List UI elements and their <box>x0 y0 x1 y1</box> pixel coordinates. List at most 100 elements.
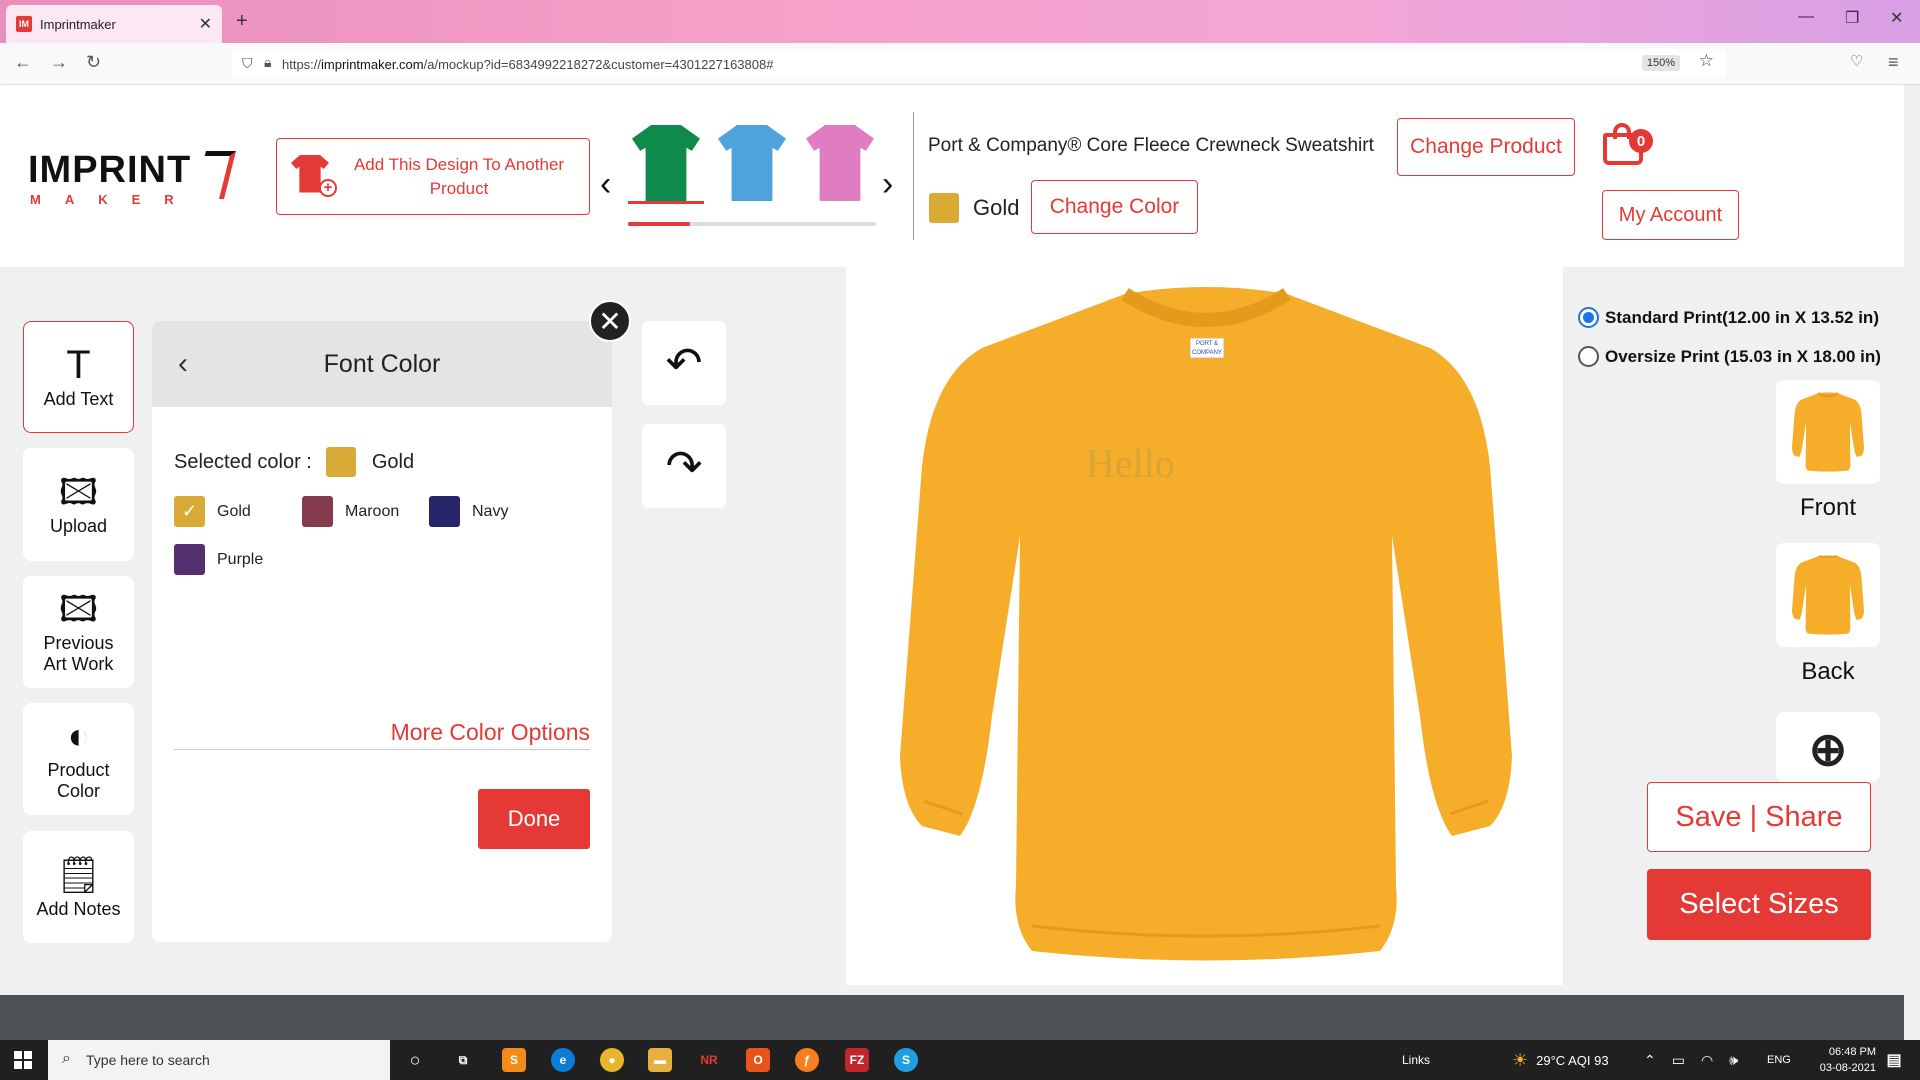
taskbar-clock[interactable]: 06:48 PM 03-08-2021 <box>1820 1044 1876 1076</box>
oversize-print-label: Oversize Print (15.03 in X 18.00 in) <box>1605 346 1881 366</box>
color-option-purple[interactable]: Purple <box>174 544 263 575</box>
imprintmaker-logo[interactable]: IMPRINT MAKER <box>28 149 236 207</box>
search-icon: ⌕ <box>62 1050 71 1067</box>
zoom-level[interactable]: 150% <box>1641 55 1680 71</box>
add-notes-label: Add Notes <box>36 898 121 919</box>
file-explorer-icon[interactable]: ▬ <box>648 1048 672 1072</box>
previous-art-label-2: Art Work <box>43 654 114 674</box>
selected-color-swatch <box>325 447 356 477</box>
office-icon[interactable]: O <box>746 1048 770 1072</box>
color-option-navy[interactable]: Navy <box>429 496 508 527</box>
system-tray-icons[interactable]: ⌃ ▭ ◠ 🕪︎ <box>1644 1040 1738 1080</box>
url-text: https://imprintmaker.com/a/mockup?id=683… <box>282 56 774 72</box>
add-text-tool[interactable]: T Add Text <box>23 321 134 433</box>
check-icon: ✓ <box>174 496 205 527</box>
lock-icon: 🔒︎ <box>264 54 272 70</box>
chrome-icon[interactable]: ● <box>600 1048 624 1072</box>
standard-print-option[interactable]: Standard Print(12.00 in X 13.52 in) <box>1578 307 1879 328</box>
add-notes-tool[interactable]: 🗒︎ Add Notes <box>23 831 134 943</box>
carousel-prev-icon[interactable]: ‹ <box>600 165 611 204</box>
skype-icon[interactable]: S <box>894 1048 918 1072</box>
cart-count-badge: 0 <box>1629 129 1653 153</box>
change-product-button[interactable]: Change Product <box>1397 118 1575 176</box>
restore-icon[interactable]: ❐ <box>1845 8 1859 28</box>
product-color-swatch <box>929 193 959 223</box>
select-sizes-button[interactable]: Select Sizes <box>1647 869 1871 940</box>
cortana-icon[interactable]: ○ <box>403 1048 427 1072</box>
minimize-icon[interactable]: — <box>1798 8 1814 26</box>
edge-icon[interactable]: e <box>551 1048 575 1072</box>
standard-print-label: Standard Print(12.00 in X 13.52 in) <box>1605 307 1879 327</box>
page-scrollbar[interactable] <box>1904 85 1920 1040</box>
previous-artwork-tool[interactable]: 🖾 Previous Art Work <box>23 576 134 688</box>
close-panel-icon[interactable]: ✕ <box>589 300 631 342</box>
sweatshirt-mockup <box>900 287 1512 961</box>
oversize-print-option[interactable]: Oversize Print (15.03 in X 18.00 in) <box>1578 346 1881 367</box>
product-color-name: Gold <box>973 195 1020 220</box>
taskbar-search[interactable]: ⌕ Type here to search <box>48 1040 390 1080</box>
windows-start-icon[interactable] <box>14 1051 32 1069</box>
carousel-product-blue-tshirt[interactable] <box>718 125 786 201</box>
browser-tab[interactable]: IM Imprintmaker ✕ <box>6 5 222 43</box>
redo-button[interactable]: ↷ <box>642 424 726 508</box>
tab-title: Imprintmaker <box>40 16 116 32</box>
firefox-icon[interactable]: ƒ <box>795 1048 819 1072</box>
chevron-left-icon[interactable]: ‹ <box>178 347 188 381</box>
product-color-tool[interactable]: ◐ Product Color <box>23 703 134 815</box>
color-option-gold[interactable]: ✓ Gold <box>174 496 251 527</box>
zoom-in-icon: ⊕ <box>1808 723 1848 775</box>
more-color-options-link[interactable]: More Color Options <box>391 719 590 746</box>
weather-text: 29°C AQI 93 <box>1536 1052 1609 1068</box>
notifications-icon[interactable]: ▤ <box>1882 1048 1906 1072</box>
my-account-button[interactable]: My Account <box>1602 190 1739 240</box>
previous-artwork-icon: 🖾 <box>58 588 99 629</box>
links-toolbar[interactable]: Links <box>1402 1040 1430 1080</box>
color-option-maroon[interactable]: Maroon <box>302 496 399 527</box>
reload-icon[interactable]: ↻ <box>86 52 101 73</box>
back-view-label: Back <box>1801 658 1855 685</box>
language-indicator[interactable]: ENG <box>1767 1040 1791 1080</box>
pocket-icon[interactable]: ♡ <box>1850 52 1863 70</box>
change-color-button[interactable]: Change Color <box>1031 180 1198 234</box>
wifi-icon: ◠ <box>1700 1051 1714 1068</box>
back-arrow-icon[interactable]: ← <box>14 52 32 73</box>
notes-icon: 🗒︎ <box>55 853 102 895</box>
add-design-to-another-product-button[interactable]: + Add This Design To Another Product <box>276 138 590 215</box>
new-tab-icon[interactable]: + <box>236 10 248 33</box>
cart-icon[interactable]: 0 <box>1603 123 1653 165</box>
close-window-icon[interactable]: ✕ <box>1890 8 1903 28</box>
menu-icon[interactable]: ≡ <box>1888 52 1899 73</box>
upload-label: Upload <box>49 516 108 536</box>
upload-tool[interactable]: 🖾 Upload <box>23 448 134 561</box>
address-bar[interactable]: ⛉ 🔒︎ https://imprintmaker.com/a/mockup?i… <box>232 49 1726 79</box>
close-tab-icon[interactable]: ✕ <box>199 14 212 34</box>
purple-swatch <box>174 544 205 575</box>
font-color-panel: ‹ Font Color Selected color : Gold ✓ Gol… <box>152 321 612 942</box>
bookmark-star-icon[interactable]: ☆ <box>1699 51 1714 71</box>
product-color-label-1: Product <box>47 760 110 780</box>
sublime-text-icon[interactable]: S <box>502 1048 526 1072</box>
weather-sun-icon: ☀ <box>1512 1049 1529 1070</box>
filezilla-icon[interactable]: FZ <box>845 1048 869 1072</box>
carousel-product-green-sweatshirt[interactable] <box>632 125 700 201</box>
clock-time: 06:48 PM <box>1828 1046 1876 1058</box>
done-button[interactable]: Done <box>478 789 590 849</box>
radio-unselected-icon <box>1578 346 1599 367</box>
selected-color-label: Selected color : <box>174 450 312 473</box>
carousel-product-pink-vneck[interactable] <box>806 125 874 201</box>
undo-button[interactable]: ↶ <box>642 321 726 405</box>
carousel-next-icon[interactable]: › <box>882 165 893 204</box>
design-text-element[interactable]: Hello <box>1086 440 1175 487</box>
browser-titlebar: IM Imprintmaker ✕ + — ❐ ✕ <box>0 0 1920 43</box>
save-share-button[interactable]: Save | Share <box>1647 782 1871 852</box>
text-t-icon: T <box>66 342 91 387</box>
weather-widget[interactable]: ☀ 29°C AQI 93 <box>1512 1040 1609 1080</box>
carousel-scrollbar[interactable] <box>628 222 876 226</box>
back-view-thumbnail[interactable] <box>1776 543 1880 647</box>
task-view-icon[interactable]: ⧉ <box>451 1048 475 1072</box>
carousel-active-indicator <box>628 201 704 204</box>
front-view-thumbnail[interactable] <box>1776 380 1880 484</box>
zoom-button[interactable]: ⊕ <box>1776 712 1880 782</box>
forward-arrow-icon[interactable]: → <box>50 52 68 73</box>
nitro-icon[interactable]: NR <box>697 1048 721 1072</box>
